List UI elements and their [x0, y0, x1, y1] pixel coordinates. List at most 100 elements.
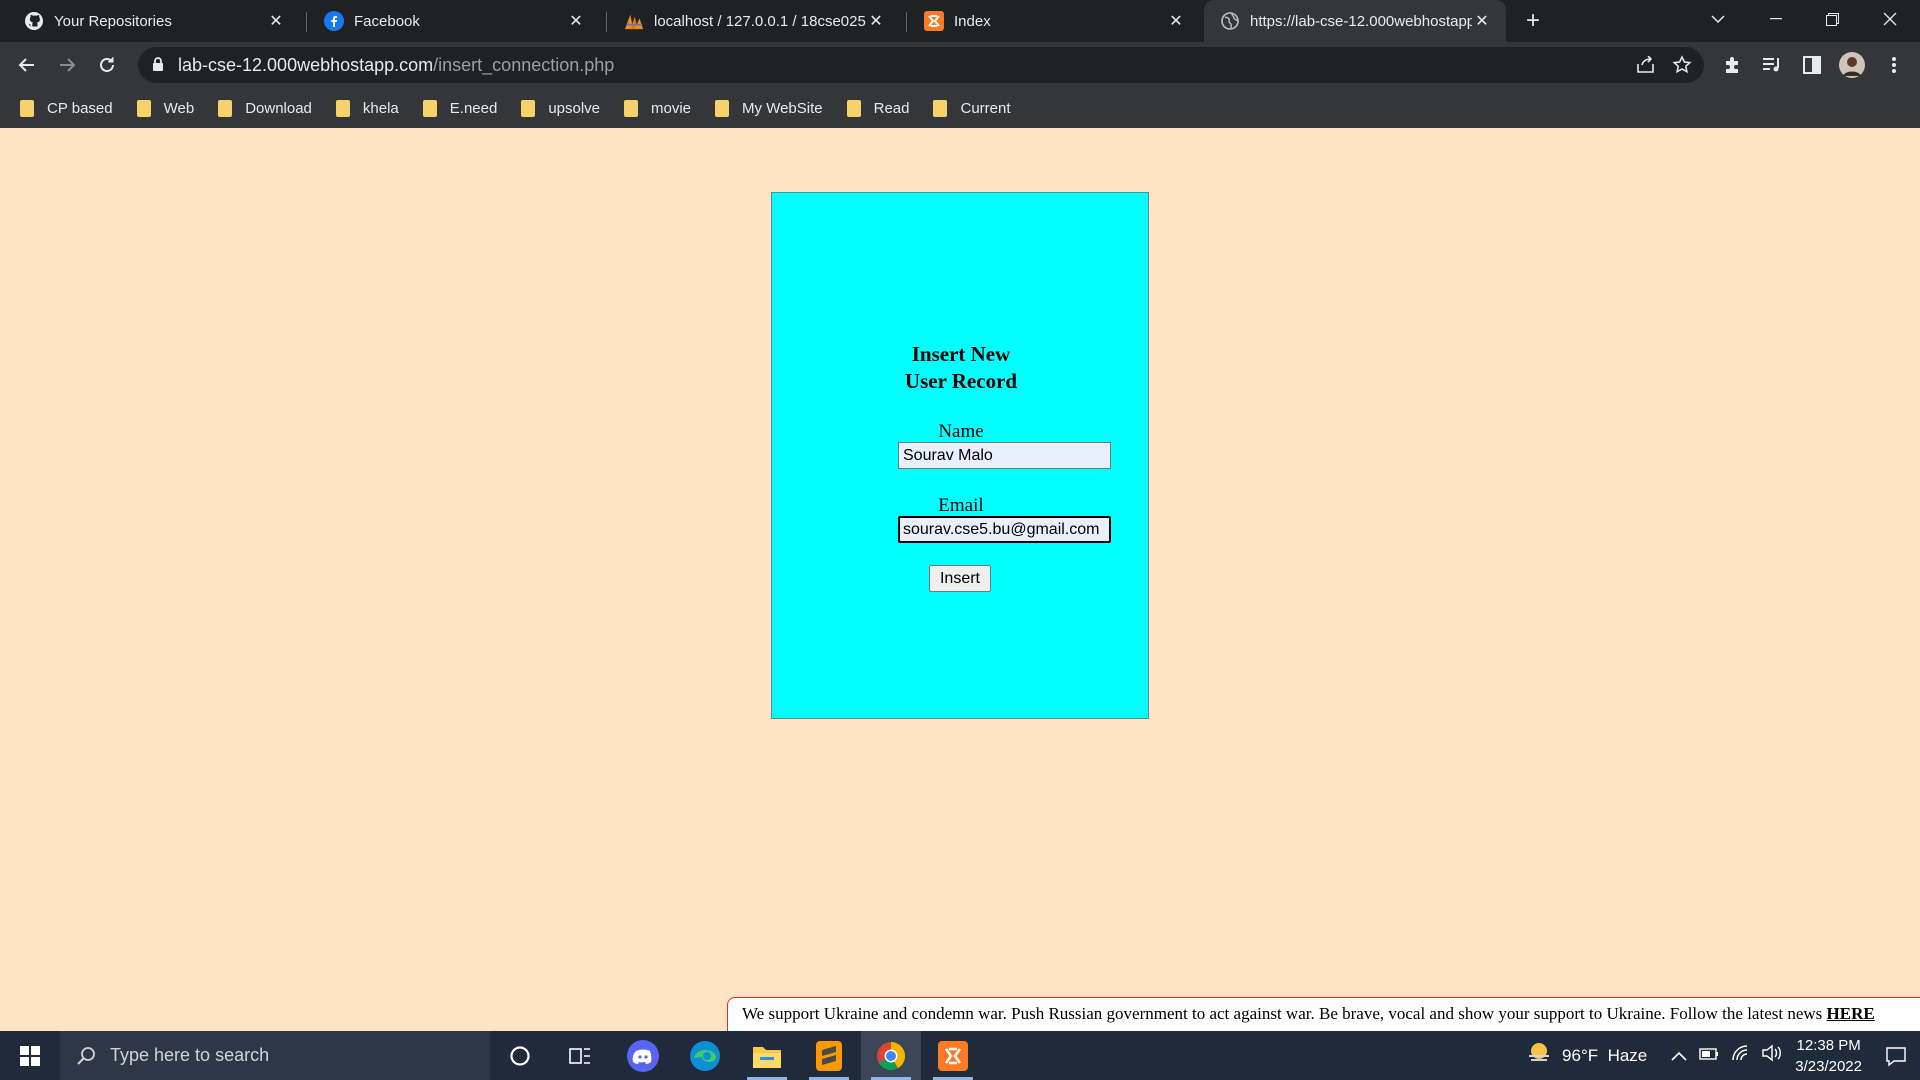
phpmyadmin-icon — [624, 11, 644, 31]
email-input[interactable] — [898, 516, 1111, 543]
sublime-text-icon[interactable] — [799, 1031, 859, 1080]
close-icon[interactable]: ✕ — [1472, 11, 1492, 31]
bookmark-star-icon[interactable] — [1672, 55, 1692, 80]
address-bar[interactable]: lab-cse-12.000webhostapp.com/insert_conn… — [138, 47, 1704, 83]
bookmark-folder-download[interactable]: Download — [218, 99, 312, 117]
notification-icon[interactable] — [1872, 1045, 1920, 1067]
close-icon[interactable]: ✕ — [1166, 11, 1186, 31]
bookmark-folder-read[interactable]: Read — [846, 99, 909, 117]
media-controls-icon[interactable] — [1756, 49, 1788, 81]
battery-icon[interactable] — [1699, 1046, 1719, 1066]
form-title-line1: Insert New — [911, 342, 1011, 366]
bookmark-folder-web[interactable]: Web — [136, 99, 195, 117]
new-tab-button[interactable]: + — [1520, 7, 1546, 34]
tab-facebook[interactable]: Facebook ✕ — [300, 0, 600, 42]
side-panel-icon[interactable] — [1796, 49, 1828, 81]
url-domain: lab-cse-12.000webhostapp.com — [178, 55, 434, 75]
tab-title: Facebook — [354, 12, 420, 30]
tab-title: https://lab-cse-12.000webhostapp.com/ins… — [1250, 12, 1472, 30]
folder-icon — [933, 99, 948, 117]
bookmark-folder-cp-based[interactable]: CP based — [20, 99, 113, 117]
chrome-menu-icon[interactable] — [1878, 49, 1910, 81]
chrome-icon[interactable] — [861, 1031, 921, 1080]
folder-icon — [20, 99, 34, 117]
restore-button[interactable] — [1804, 0, 1860, 38]
bookmark-folder-my-website[interactable]: My WebSite — [715, 99, 823, 117]
bookmark-folder-khela[interactable]: khela — [335, 99, 399, 117]
lock-icon[interactable] — [152, 56, 164, 77]
close-window-button[interactable] — [1862, 0, 1918, 38]
name-input[interactable] — [898, 442, 1111, 469]
bookmark-label: E.need — [449, 99, 498, 117]
bookmark-label: CP based — [47, 99, 113, 117]
url-text[interactable]: lab-cse-12.000webhostapp.com/insert_conn… — [178, 55, 614, 76]
tab-title: Your Repositories — [54, 12, 172, 30]
edge-icon[interactable] — [675, 1031, 735, 1080]
tab-strip: Your Repositories ✕ Facebook ✕ localhost… — [0, 0, 1920, 42]
wifi-icon[interactable] — [1731, 1045, 1751, 1066]
clock-date: 3/23/2022 — [1795, 1057, 1862, 1075]
bookmark-label: khela — [362, 99, 399, 117]
windows-taskbar: Type here to search 96°F Haze 12:38 PM 3… — [0, 1031, 1920, 1080]
xampp-icon[interactable] — [923, 1031, 983, 1080]
tab-your-repositories[interactable]: Your Repositories ✕ — [0, 0, 300, 42]
insert-form-card: Insert New User Record Name Email Insert — [771, 192, 1149, 719]
share-icon[interactable] — [1636, 55, 1656, 79]
close-icon[interactable]: ✕ — [266, 11, 286, 31]
weather-icon[interactable] — [1526, 1040, 1552, 1071]
folder-icon — [624, 99, 639, 117]
forward-arrow-icon[interactable] — [51, 49, 83, 81]
windows-start-icon[interactable] — [0, 1031, 60, 1080]
volume-icon[interactable] — [1761, 1044, 1783, 1067]
browser-toolbar: lab-cse-12.000webhostapp.com/insert_conn… — [0, 42, 1920, 88]
bookmark-label: movie — [651, 99, 692, 117]
bookmark-folder-upsolve[interactable]: upsolve — [521, 99, 601, 117]
banner-text: We support Ukraine and condemn war. Push… — [742, 1004, 1823, 1023]
cortana-icon[interactable] — [490, 1031, 550, 1080]
discord-icon[interactable] — [613, 1031, 673, 1080]
minimize-button[interactable] — [1748, 0, 1804, 38]
search-icon — [77, 1046, 95, 1065]
extensions-puzzle-icon[interactable] — [1716, 49, 1748, 81]
tab-index[interactable]: Index ✕ — [900, 0, 1200, 42]
bookmark-label: upsolve — [548, 99, 601, 117]
name-label: Name — [938, 421, 984, 442]
bookmark-folder-eneed[interactable]: E.need — [422, 99, 498, 117]
banner-link[interactable]: HERE — [1827, 1004, 1875, 1023]
folder-icon — [846, 99, 861, 117]
back-arrow-icon[interactable] — [11, 49, 43, 81]
weather-text[interactable]: 96°F Haze — [1562, 1046, 1647, 1066]
tab-insert-connection[interactable]: https://lab-cse-12.000webhostapp.com/ins… — [1204, 0, 1506, 42]
system-tray: 96°F Haze 12:38 PM 3/23/2022 — [1526, 1031, 1920, 1080]
taskbar-search-box[interactable]: Type here to search — [60, 1031, 490, 1080]
bookmark-label: Current — [960, 99, 1011, 117]
url-path: /insert_connection.php — [433, 55, 615, 75]
reload-icon[interactable] — [91, 49, 123, 81]
folder-icon — [335, 99, 350, 117]
profile-avatar[interactable] — [1836, 49, 1868, 81]
tab-phpmyadmin[interactable]: localhost / 127.0.0.1 / 18cse025 | ✕ — [600, 0, 900, 42]
bookmark-label: Download — [245, 99, 312, 117]
page-content: Insert New User Record Name Email Insert… — [0, 128, 1920, 1031]
folder-icon — [218, 99, 233, 117]
globe-icon — [1220, 11, 1240, 31]
close-icon[interactable]: ✕ — [566, 11, 586, 31]
close-icon[interactable]: ✕ — [866, 11, 886, 31]
insert-button[interactable]: Insert — [929, 565, 991, 592]
clock[interactable]: 12:38 PM 3/23/2022 — [1795, 1035, 1862, 1077]
ukraine-support-banner: We support Ukraine and condemn war. Push… — [727, 997, 1920, 1031]
file-explorer-icon[interactable] — [737, 1031, 797, 1080]
bookmark-label: Web — [163, 99, 195, 117]
bookmark-label: My WebSite — [742, 99, 823, 117]
form-title-line2: User Record — [904, 369, 1018, 393]
form-title: Insert New User Record — [772, 341, 1150, 395]
chevron-up-icon[interactable] — [1671, 1046, 1687, 1066]
email-label: Email — [938, 495, 984, 516]
bookmark-folder-current[interactable]: Current — [933, 99, 1011, 117]
folder-icon — [422, 99, 437, 117]
bookmark-folder-movie[interactable]: movie — [624, 99, 692, 117]
task-view-icon[interactable] — [550, 1031, 610, 1080]
bookmarks-bar: CP based Web Download khela E.need upsol… — [0, 88, 1920, 128]
clock-time: 12:38 PM — [1796, 1036, 1861, 1054]
tab-search-chevron-icon[interactable] — [1690, 0, 1746, 38]
